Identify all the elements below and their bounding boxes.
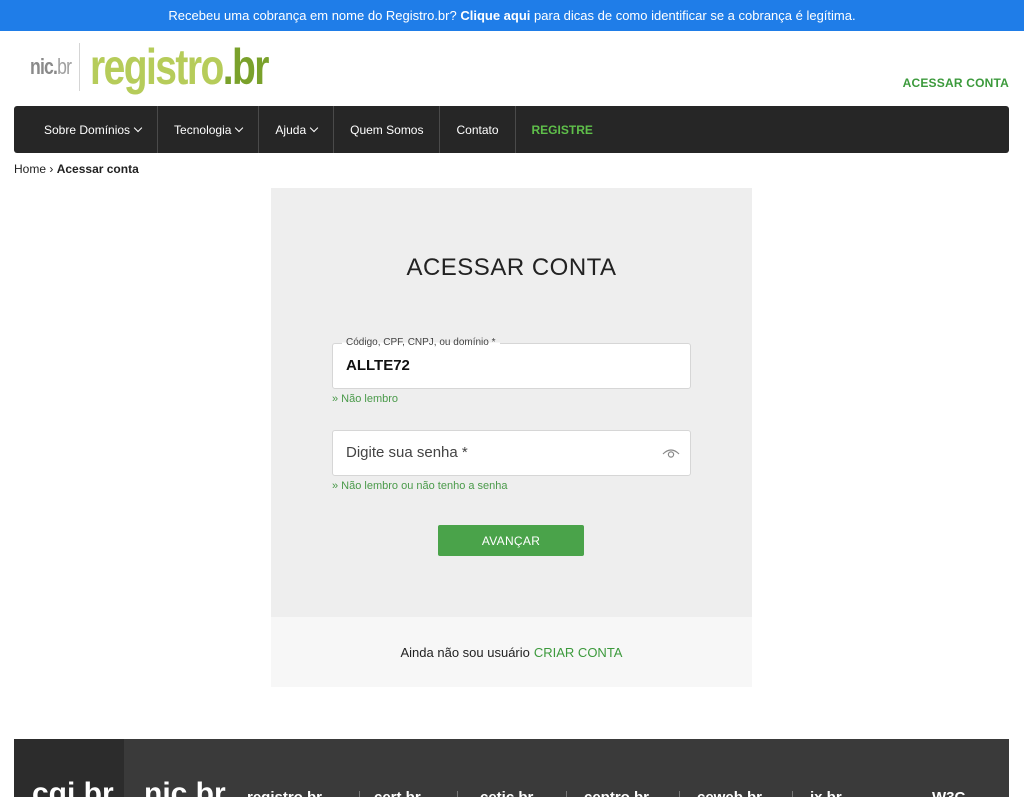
footer-divider [792,791,793,797]
nav-item-sobre-dominios[interactable]: Sobre Domínios [28,106,159,153]
eye-icon[interactable] [662,446,680,460]
page-title: ACESSAR CONTA [406,254,617,281]
banner-text-after: para dicas de como identificar se a cobr… [534,8,856,23]
footer-brand-registro[interactable]: registro.br [247,789,322,797]
login-card: ACESSAR CONTA Código, CPF, CNPJ, ou domí… [271,188,752,617]
footer: cgi.br nic.br registro.br cert.br cetic.… [14,739,1009,797]
create-account-link[interactable]: CRIAR CONTA [534,645,623,660]
password-placeholder: Digite sua senha * [346,444,468,461]
footer-brand-w3c[interactable]: W3C [932,789,965,797]
chevron-down-icon [235,123,244,133]
footer-brand-ceweb[interactable]: ceweb.br [697,789,762,797]
main-nav: Sobre Domínios Tecnologia Ajuda Quem Som… [14,106,1009,153]
top-banner: Recebeu uma cobrança em nome do Registro… [0,0,1024,31]
signup-text: Ainda não sou usuário [400,644,530,660]
banner-link[interactable]: Clique aqui [460,8,530,23]
header: nic.br registro.br ACESSAR CONTA [0,31,1024,105]
logo-nic: nic.br [30,54,72,79]
banner-text: Recebeu uma cobrança em nome do Registro… [168,8,457,23]
breadcrumb-current: Acessar conta [56,162,139,176]
user-field-label: Código, CPF, CNPJ, ou domínio * [342,337,500,348]
footer-divider [457,791,458,797]
submit-button[interactable]: AVANÇAR [438,525,584,556]
logo-divider [79,43,81,91]
footer-brand-cetic[interactable]: cetic.br [480,789,533,797]
footer-brand-nic[interactable]: nic.br [144,777,226,797]
site-logo[interactable]: nic.br registro.br [30,38,319,96]
nav-item-ajuda[interactable]: Ajuda [259,106,335,153]
nav-item-contato[interactable]: Contato [440,106,516,153]
user-field[interactable]: Código, CPF, CNPJ, ou domínio * ALLTE72 [332,337,691,389]
nav-item-registre[interactable]: REGISTRE [516,106,609,153]
footer-brand-ix[interactable]: ix.br [810,789,842,797]
footer-brand-cgi[interactable]: cgi.br [32,777,114,797]
password-field[interactable]: Digite sua senha * [332,430,691,476]
breadcrumb-home[interactable]: Home [14,162,46,176]
breadcrumb: Home › Acessar conta [14,162,139,176]
footer-brand-ceptro[interactable]: ceptro.br [584,789,649,797]
user-field-value[interactable]: ALLTE72 [346,357,410,374]
footer-divider [679,791,680,797]
footer-brand-cert[interactable]: cert.br [374,789,421,797]
chevron-down-icon [309,123,319,133]
account-link[interactable]: ACESSAR CONTA [903,76,1009,90]
forgot-user-link[interactable]: » Não lembro [332,393,398,405]
chevron-down-icon [133,123,143,133]
footer-divider [566,791,567,797]
footer-divider [359,791,360,797]
nav-item-quem-somos[interactable]: Quem Somos [334,106,441,153]
forgot-password-link[interactable]: » Não lembro ou não tenho a senha [332,480,508,492]
signup-prompt: Ainda não sou usuário CRIAR CONTA [271,617,752,687]
logo-registro: registro.br [90,39,269,95]
breadcrumb-separator: › [49,162,54,176]
nav-item-tecnologia[interactable]: Tecnologia [158,106,260,153]
